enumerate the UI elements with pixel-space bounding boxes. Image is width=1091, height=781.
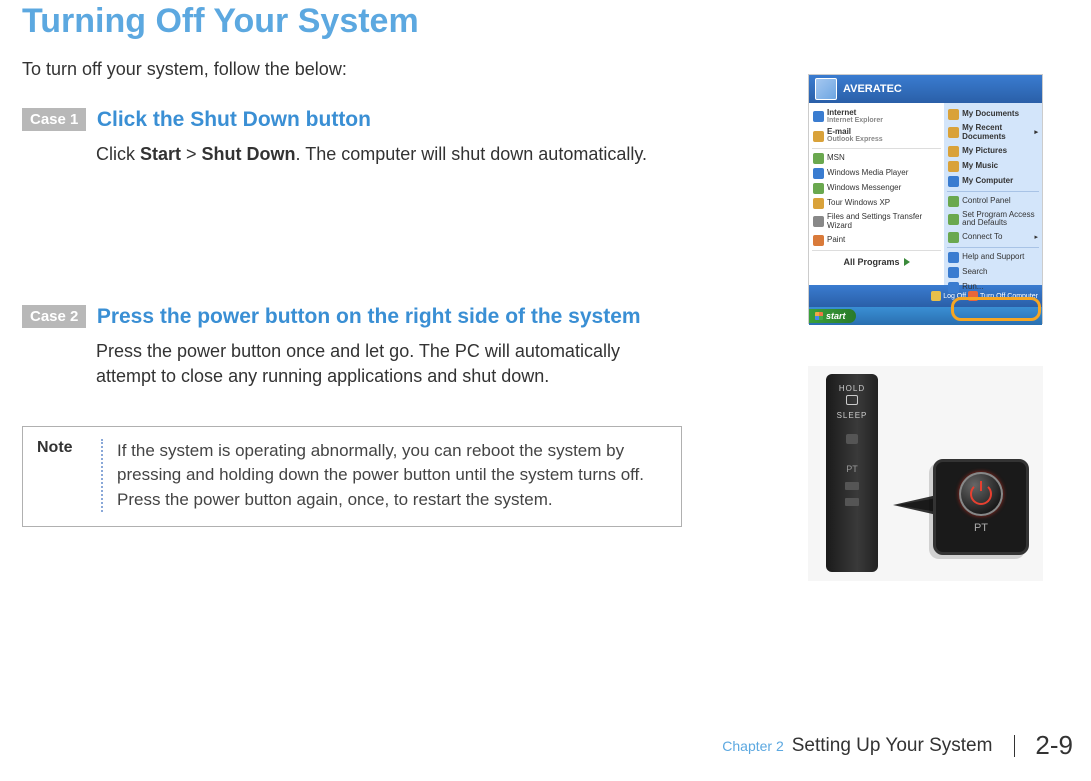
chapter-title: Setting Up Your System [792, 735, 1016, 757]
start-menu-left-item: Tour Windows XP [812, 196, 941, 211]
start-menu-left-item: Windows Messenger [812, 181, 941, 196]
lock-icon [846, 395, 858, 405]
taskbar-start-label: start [826, 311, 846, 321]
app-icon [813, 131, 824, 142]
case-1-label: Case 1 [22, 108, 86, 131]
app-icon [813, 198, 824, 209]
power-button-icon [959, 472, 1003, 516]
start-menu-left-item: E-mailOutlook Express [812, 126, 941, 145]
log-off-icon [931, 291, 941, 301]
note-box: Note If the system is operating abnormal… [22, 426, 682, 528]
note-body: If the system is operating abnormally, y… [103, 439, 667, 513]
folder-icon [948, 214, 959, 225]
pt-label-callout: PT [936, 522, 1026, 534]
start-menu-left-item: InternetInternet Explorer [812, 107, 941, 126]
start-menu-right-item: Connect To▸ [947, 230, 1039, 245]
all-programs-button: All Programs [812, 253, 941, 271]
start-menu-right-item: Set Program Access and Defaults [947, 209, 1039, 231]
start-menu-right-item: Help and Support [947, 250, 1039, 265]
user-avatar-icon [815, 78, 837, 100]
start-menu-left-item: Files and Settings Transfer Wizard [812, 211, 941, 233]
power-button-callout: PT [933, 459, 1029, 555]
case-2-label: Case 2 [22, 305, 86, 328]
folder-icon [948, 146, 959, 157]
app-icon [813, 235, 824, 246]
chapter-label: Chapter 2 [722, 738, 783, 754]
taskbar-start-button: start [809, 309, 856, 323]
start-menu-right-item: My Pictures [947, 144, 1039, 159]
page-title: Turning Off Your System [22, 0, 1091, 41]
start-menu-screenshot: AVERATEC InternetInternet ExplorerE-mail… [808, 74, 1043, 324]
start-menu-right-item: My Documents [947, 107, 1039, 122]
windows-logo-icon [815, 312, 823, 320]
case-1-body-prefix: Click [96, 144, 140, 164]
app-icon [813, 111, 824, 122]
case-1-sep: > [181, 144, 202, 164]
case-1-bold-start: Start [140, 144, 181, 164]
start-menu-right-item: My Recent Documents▸ [947, 122, 1039, 144]
folder-icon [948, 196, 959, 207]
sleep-label: SLEEP [826, 411, 878, 420]
log-off-label: Log Off [943, 293, 966, 300]
folder-icon [948, 232, 959, 243]
windows-key-icon [846, 434, 858, 444]
case-2-body: Press the power button once and let go. … [96, 339, 656, 389]
case-1-bold-shutdown: Shut Down [202, 144, 296, 164]
hold-label: HOLD [826, 384, 878, 393]
start-menu-right-item: Search [947, 265, 1039, 280]
case-1-body: Click Start > Shut Down. The computer wi… [96, 142, 656, 167]
folder-icon [948, 267, 959, 278]
case-1-heading: Click the Shut Down button [97, 108, 371, 131]
start-menu-right-item: My Music [947, 159, 1039, 174]
app-icon [813, 183, 824, 194]
note-label: Note [37, 439, 73, 456]
folder-icon [948, 109, 959, 120]
app-icon [813, 168, 824, 179]
port-icon [845, 482, 859, 490]
folder-icon [948, 127, 959, 138]
page-number: 2-9 [1035, 730, 1073, 761]
turn-off-button: Turn Off Computer [968, 291, 1038, 301]
app-icon [813, 153, 824, 164]
folder-icon [948, 176, 959, 187]
start-menu-right-item: Control Panel [947, 194, 1039, 209]
start-menu-left-item: Windows Media Player [812, 166, 941, 181]
pt-label-side: PT [826, 464, 878, 474]
start-menu-left-item: Paint [812, 233, 941, 248]
arrow-right-icon [904, 258, 910, 266]
start-menu-user: AVERATEC [843, 83, 902, 95]
power-button-photo: HOLD SLEEP PT PT [808, 366, 1043, 581]
turn-off-icon [968, 291, 978, 301]
port-icon-2 [845, 498, 859, 506]
log-off-button: Log Off [931, 291, 966, 301]
start-menu-right-item: My Computer [947, 174, 1039, 189]
case-2-heading: Press the power button on the right side… [97, 305, 641, 328]
folder-icon [948, 252, 959, 263]
case-1-body-suffix: . The computer will shut down automatica… [296, 144, 648, 164]
turn-off-label: Turn Off Computer [980, 293, 1038, 300]
start-menu-left-item: MSN [812, 151, 941, 166]
page-footer: Chapter 2 Setting Up Your System 2-9 [722, 730, 1073, 761]
folder-icon [948, 161, 959, 172]
app-icon [813, 216, 824, 227]
